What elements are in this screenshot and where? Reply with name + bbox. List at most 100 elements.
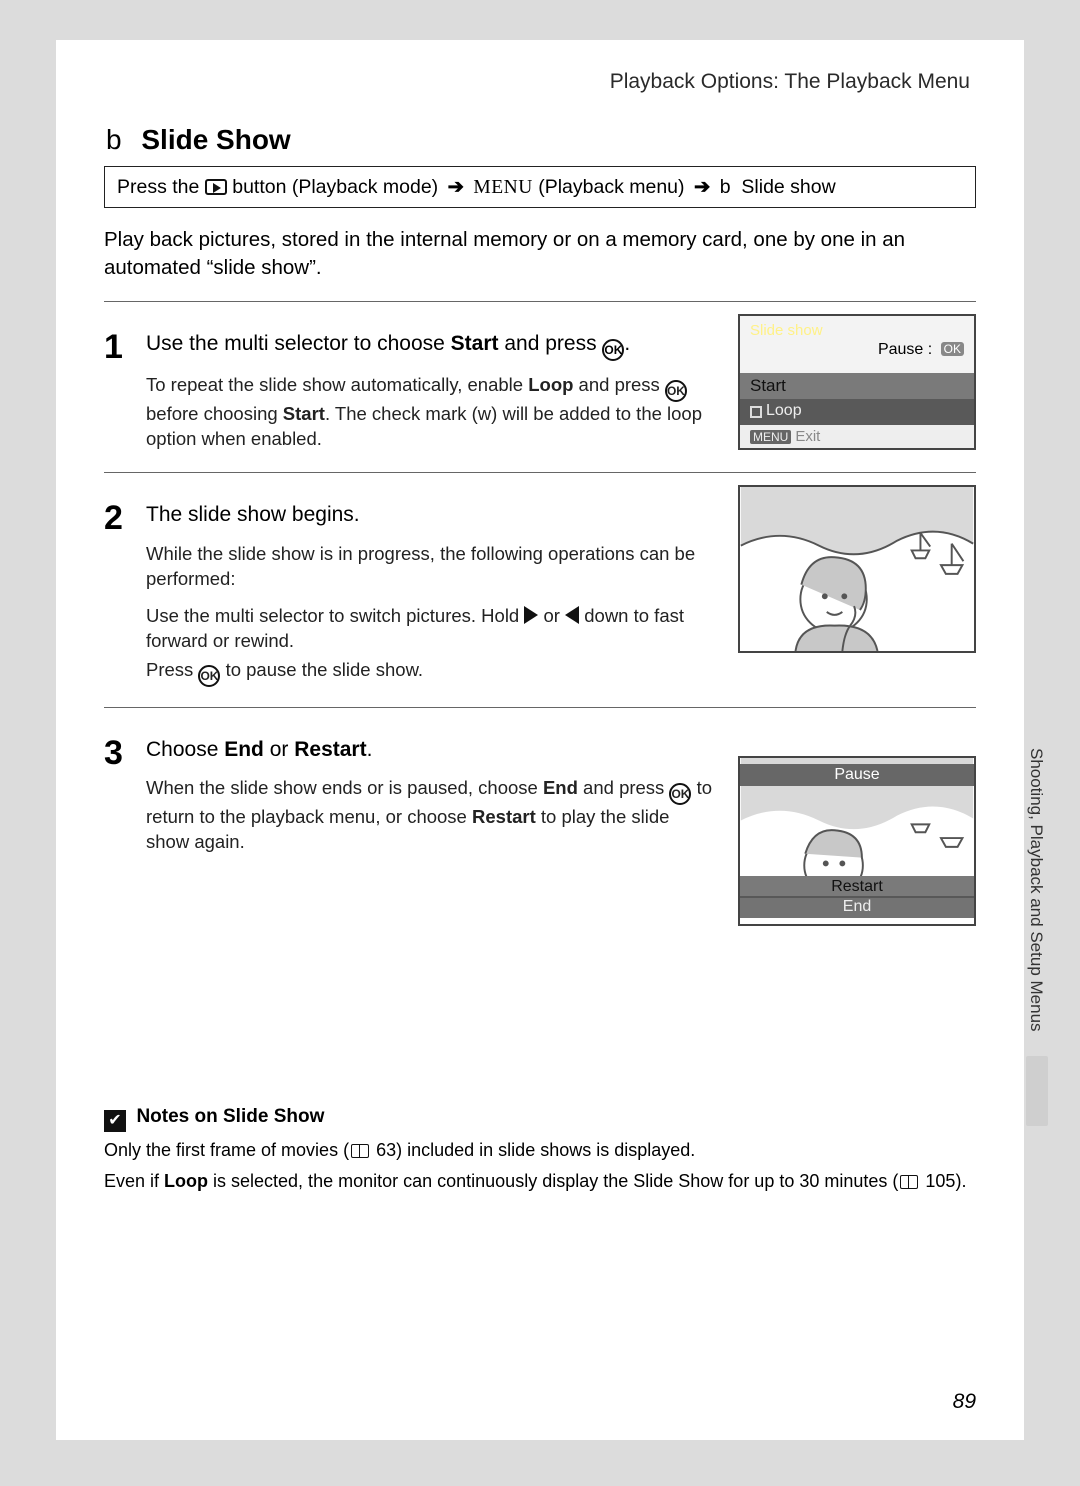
page-ref-number: 63 — [376, 1140, 396, 1160]
page-ref-number: 105 — [925, 1171, 955, 1191]
text-bold: Restart — [294, 738, 366, 761]
triangle-right-icon — [524, 606, 538, 624]
text: ) included in slide shows is displayed. — [396, 1140, 695, 1160]
pause-label: Pause — [878, 341, 923, 358]
text-bold: Restart — [472, 806, 536, 827]
separator — [104, 301, 976, 302]
page-ref-icon — [351, 1144, 369, 1158]
text-bold: Loop — [528, 374, 573, 395]
section-title: b Slide Show — [104, 124, 976, 156]
text: Press — [146, 659, 198, 680]
step-3-headline: Choose End or Restart. — [146, 736, 716, 764]
breadcrumb: Playback Options: The Playback Menu — [104, 70, 976, 94]
ok-icon: OK — [198, 665, 220, 687]
nav-playback-mode: button (Playback mode) — [232, 176, 438, 198]
step-3-row: 3 Choose End or Restart. When the slide … — [104, 720, 976, 926]
arrow-icon: ➔ — [694, 176, 710, 198]
text: Even if — [104, 1171, 164, 1191]
step-2-detail-b: Use the multi selector to switch picture… — [146, 604, 716, 654]
nav-press-the: Press the — [117, 176, 199, 198]
notes-block: ✔ Notes on Slide Show Only the first fra… — [104, 1106, 976, 1194]
text: . — [367, 738, 373, 761]
figure-3: Pause Restart End — [738, 720, 976, 926]
step-2-detail-a: While the slide show is in progress, the… — [146, 542, 716, 592]
text: . The check mark ( — [325, 403, 478, 424]
text-bold: End — [224, 738, 264, 761]
pause-overlay-figure: Pause Restart End — [738, 756, 976, 926]
text-bold: Start — [451, 332, 499, 355]
nav-playback-menu: (Playback menu) — [538, 176, 684, 198]
restart-bar: Restart — [740, 876, 974, 898]
intro-text: Play back pictures, stored in the intern… — [104, 226, 976, 281]
text: . — [624, 332, 630, 355]
end-bar: End — [740, 896, 974, 918]
notes-title: Notes on Slide Show — [136, 1106, 324, 1127]
section-icon-letter: b — [106, 124, 122, 155]
triangle-left-icon — [565, 606, 579, 624]
notes-line-1: Only the first frame of movies ( 63) inc… — [104, 1138, 976, 1163]
step-2-headline: The slide show begins. — [146, 501, 716, 529]
step-1-detail: To repeat the slide show automatically, … — [146, 373, 716, 452]
figure-2 — [738, 485, 976, 653]
ok-badge-icon: OK — [941, 342, 964, 356]
exit-label: Exit — [795, 428, 820, 445]
menu-screen-pause-row: Pause : OK — [740, 341, 974, 373]
ok-icon: OK — [669, 783, 691, 805]
photo-illustration — [738, 485, 976, 653]
step-1: 1 Use the multi selector to choose Start… — [104, 330, 716, 452]
text: Use the multi selector to switch picture… — [146, 605, 524, 626]
text: ). — [955, 1171, 966, 1191]
nav-final-text: Slide show — [741, 176, 835, 198]
text: and press — [578, 777, 670, 798]
side-tab-block — [1026, 1056, 1048, 1126]
menu-exit-row: MENUExit — [740, 425, 974, 448]
text: to pause the slide show. — [220, 659, 423, 680]
text: Only the first frame of movies ( — [104, 1140, 349, 1160]
step-3: 3 Choose End or Restart. When the slide … — [104, 736, 716, 855]
separator — [104, 707, 976, 708]
section-title-text: Slide Show — [141, 124, 290, 155]
text: Choose — [146, 738, 224, 761]
text: or — [264, 738, 294, 761]
separator — [104, 472, 976, 473]
step-1-headline: Use the multi selector to choose Start a… — [146, 330, 716, 361]
step-2-detail-c: Press OK to pause the slide show. — [146, 658, 716, 687]
step-number: 1 — [104, 330, 132, 452]
nav-path-box: Press the button (Playback mode) ➔ MENU … — [104, 166, 976, 208]
text: or — [538, 605, 565, 626]
notes-title-row: ✔ Notes on Slide Show — [104, 1106, 976, 1132]
checkmark-letter: w — [478, 403, 491, 424]
manual-page: Playback Options: The Playback Menu b Sl… — [56, 40, 1024, 1440]
step-number: 2 — [104, 501, 132, 686]
figure-1: Slide show Pause : OK Start Loop MENUExi… — [738, 314, 976, 450]
step-1-row: 1 Use the multi selector to choose Start… — [104, 314, 976, 452]
ok-icon: OK — [665, 380, 687, 402]
menu-loop-option: Loop — [740, 399, 974, 425]
notes-line-2: Even if Loop is selected, the monitor ca… — [104, 1169, 976, 1194]
side-tab: Shooting, Playback and Setup Menus — [1026, 740, 1052, 1140]
menu-screen: Slide show Pause : OK Start Loop MENUExi… — [738, 314, 976, 450]
menu-word: MENU — [473, 177, 532, 198]
text: and press — [499, 332, 603, 355]
text: To repeat the slide show automatically, … — [146, 374, 528, 395]
step-2: 2 The slide show begins. While the slide… — [104, 501, 716, 686]
playback-icon — [205, 179, 227, 195]
step-2-row: 2 The slide show begins. While the slide… — [104, 485, 976, 686]
menu-start-option: Start — [740, 373, 974, 399]
page-number: 89 — [953, 1390, 976, 1414]
menu-screen-title: Slide show — [740, 316, 974, 341]
step-number: 3 — [104, 736, 132, 855]
step-3-detail: When the slide show ends or is paused, c… — [146, 776, 716, 855]
text: is selected, the monitor can continuousl… — [208, 1171, 898, 1191]
nav-final-icon: b — [720, 176, 731, 198]
side-tab-text: Shooting, Playback and Setup Menus — [1026, 740, 1046, 1050]
arrow-icon: ➔ — [448, 176, 464, 198]
text-bold: Loop — [164, 1171, 208, 1191]
page-ref-icon — [900, 1175, 918, 1189]
check-icon: ✔ — [104, 1110, 126, 1132]
text-bold: Start — [283, 403, 325, 424]
text: before choosing — [146, 403, 283, 424]
text: and press — [573, 374, 665, 395]
text: Use the multi selector to choose — [146, 332, 451, 355]
text: When the slide show ends or is paused, c… — [146, 777, 543, 798]
